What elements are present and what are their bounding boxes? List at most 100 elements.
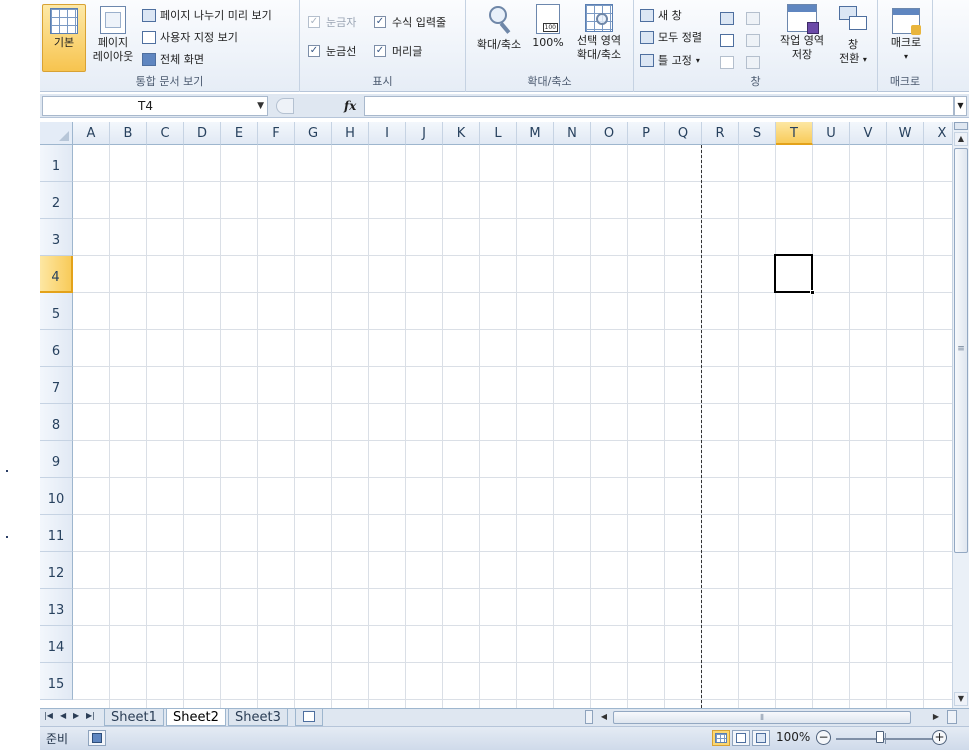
column-header-o[interactable]: O bbox=[591, 122, 628, 145]
column-header-h[interactable]: H bbox=[332, 122, 369, 145]
headings-checkbox[interactable]: ✓ 머리글 bbox=[374, 41, 422, 61]
insert-function-icon[interactable]: fx bbox=[344, 96, 356, 116]
row-header-8[interactable]: 8 bbox=[40, 404, 73, 441]
column-header-w[interactable]: W bbox=[887, 122, 924, 145]
synchronous-scrolling-button[interactable] bbox=[746, 30, 764, 50]
vertical-scroll-thumb[interactable]: ≡ bbox=[954, 148, 968, 553]
page-break-status-button[interactable] bbox=[752, 730, 770, 746]
sheet-tab-sheet1[interactable]: Sheet1 bbox=[104, 709, 164, 726]
horizontal-scroll-thumb[interactable]: ⦀ bbox=[613, 711, 911, 724]
insert-worksheet-button[interactable] bbox=[295, 709, 323, 726]
column-header-a[interactable]: A bbox=[73, 122, 110, 145]
row-header-13[interactable]: 13 bbox=[40, 589, 73, 626]
column-header-b[interactable]: B bbox=[110, 122, 147, 145]
column-header-s[interactable]: S bbox=[739, 122, 776, 145]
zoom-to-selection-button[interactable]: 선택 영역 확대/축소 bbox=[568, 4, 630, 62]
view-side-by-side-button[interactable] bbox=[746, 8, 764, 28]
ruler-checkbox[interactable]: ✓ 눈금자 bbox=[308, 12, 356, 32]
zoom-slider-thumb[interactable] bbox=[876, 731, 884, 743]
custom-views-button[interactable]: 사용자 지정 보기 bbox=[142, 27, 238, 47]
row-header-10[interactable]: 10 bbox=[40, 478, 73, 515]
normal-view-status-button[interactable] bbox=[712, 730, 730, 746]
page-layout-status-button[interactable] bbox=[732, 730, 750, 746]
column-header-c[interactable]: C bbox=[147, 122, 184, 145]
row-header-6[interactable]: 6 bbox=[40, 330, 73, 367]
prev-sheet-icon[interactable]: ◀ bbox=[60, 711, 66, 720]
name-box[interactable]: T4 ▼ bbox=[42, 96, 268, 116]
row-header-5[interactable]: 5 bbox=[40, 293, 73, 330]
freeze-panes-button[interactable]: 틀 고정 ▾ bbox=[640, 50, 700, 70]
column-header-k[interactable]: K bbox=[443, 122, 480, 145]
scroll-down-arrow-icon[interactable]: ▼ bbox=[954, 692, 968, 706]
arrange-all-button[interactable]: 모두 정렬 bbox=[640, 27, 702, 47]
first-sheet-icon[interactable]: |◀ bbox=[44, 711, 53, 720]
vertical-scrollbar[interactable]: ▲ ≡ ▼ bbox=[952, 122, 969, 708]
last-sheet-icon[interactable]: ▶| bbox=[86, 711, 95, 720]
page-break-preview-button[interactable]: 페이지 나누기 미리 보기 bbox=[142, 5, 272, 25]
normal-view-button[interactable]: 기본 bbox=[42, 4, 86, 72]
fill-handle[interactable] bbox=[810, 290, 815, 295]
select-all-button[interactable] bbox=[40, 122, 73, 145]
column-header-j[interactable]: J bbox=[406, 122, 443, 145]
column-header-u[interactable]: U bbox=[813, 122, 850, 145]
column-header-f[interactable]: F bbox=[258, 122, 295, 145]
column-header-x[interactable]: X bbox=[924, 122, 952, 145]
name-box-dropdown-icon[interactable]: ▼ bbox=[257, 97, 264, 115]
row-header-14[interactable]: 14 bbox=[40, 626, 73, 663]
column-header-n[interactable]: N bbox=[554, 122, 591, 145]
column-header-l[interactable]: L bbox=[480, 122, 517, 145]
hide-button[interactable] bbox=[720, 30, 738, 50]
active-cell-t4[interactable] bbox=[774, 254, 815, 295]
row-header-7[interactable]: 7 bbox=[40, 367, 73, 404]
scroll-right-arrow-icon[interactable]: ▶ bbox=[929, 710, 943, 724]
worksheet-grid[interactable]: ABCDEFGHIJKLMNOPQRSTUVWX 1 2 3 4 5 6 7 8 9 10 11 12… bbox=[40, 122, 952, 708]
zoom-in-icon[interactable]: + bbox=[932, 730, 947, 745]
column-header-q[interactable]: Q bbox=[665, 122, 702, 145]
split-button[interactable] bbox=[720, 8, 738, 28]
column-header-i[interactable]: I bbox=[369, 122, 406, 145]
column-header-v[interactable]: V bbox=[850, 122, 887, 145]
scroll-up-arrow-icon[interactable]: ▲ bbox=[954, 132, 968, 146]
row-header-2[interactable]: 2 bbox=[40, 182, 73, 219]
zoom-button[interactable]: 확대/축소 bbox=[470, 4, 528, 52]
row-header-12[interactable]: 12 bbox=[40, 552, 73, 589]
column-header-r[interactable]: R bbox=[702, 122, 739, 145]
save-workspace-button[interactable]: 작업 영역 저장 bbox=[774, 4, 830, 62]
formula-bar-expand-handle[interactable] bbox=[276, 98, 294, 114]
formula-input[interactable] bbox=[364, 96, 954, 116]
row-header-4[interactable]: 4 bbox=[40, 256, 73, 293]
formula-bar-checkbox[interactable]: ✓ 수식 입력줄 bbox=[374, 12, 446, 32]
horizontal-split-box[interactable] bbox=[585, 710, 593, 724]
zoom-100-button[interactable]: 100 100% bbox=[530, 4, 566, 50]
column-header-e[interactable]: E bbox=[221, 122, 258, 145]
new-window-button[interactable]: 새 창 bbox=[640, 5, 682, 25]
horizontal-split-handle[interactable] bbox=[947, 710, 957, 724]
unhide-button[interactable] bbox=[720, 52, 738, 72]
sheet-tab-sheet2[interactable]: Sheet2 bbox=[166, 709, 226, 726]
reset-window-position-button[interactable] bbox=[746, 52, 764, 72]
column-header-t[interactable]: T bbox=[776, 122, 813, 145]
formula-bar-expand-icon[interactable]: ▼ bbox=[954, 96, 967, 116]
zoom-level-text[interactable]: 100% bbox=[776, 730, 810, 744]
row-header-1[interactable]: 1 bbox=[40, 145, 73, 182]
next-sheet-icon[interactable]: ▶ bbox=[73, 711, 79, 720]
row-header-3[interactable]: 3 bbox=[40, 219, 73, 256]
sheet-tab-sheet3[interactable]: Sheet3 bbox=[228, 709, 288, 726]
macros-button[interactable]: 매크로 ▾ bbox=[882, 4, 930, 64]
gridlines-checkbox[interactable]: ✓ 눈금선 bbox=[308, 41, 356, 61]
row-header-9[interactable]: 9 bbox=[40, 441, 73, 478]
row-header-15[interactable]: 15 bbox=[40, 663, 73, 700]
row-header-11[interactable]: 11 bbox=[40, 515, 73, 552]
switch-windows-button[interactable]: 창 전환 ▾ bbox=[832, 4, 874, 67]
column-header-m[interactable]: M bbox=[517, 122, 554, 145]
scroll-left-arrow-icon[interactable]: ◀ bbox=[597, 710, 611, 724]
vertical-split-box[interactable] bbox=[954, 122, 968, 130]
column-header-d[interactable]: D bbox=[184, 122, 221, 145]
horizontal-scrollbar[interactable]: ◀ ⦀ ▶ bbox=[585, 710, 965, 725]
macro-record-button[interactable] bbox=[88, 730, 106, 746]
page-layout-button[interactable]: 페이지 레이아웃 bbox=[88, 4, 138, 64]
zoom-out-icon[interactable]: − bbox=[816, 730, 831, 745]
full-screen-button[interactable]: 전체 화면 bbox=[142, 49, 204, 69]
column-header-p[interactable]: P bbox=[628, 122, 665, 145]
column-header-g[interactable]: G bbox=[295, 122, 332, 145]
